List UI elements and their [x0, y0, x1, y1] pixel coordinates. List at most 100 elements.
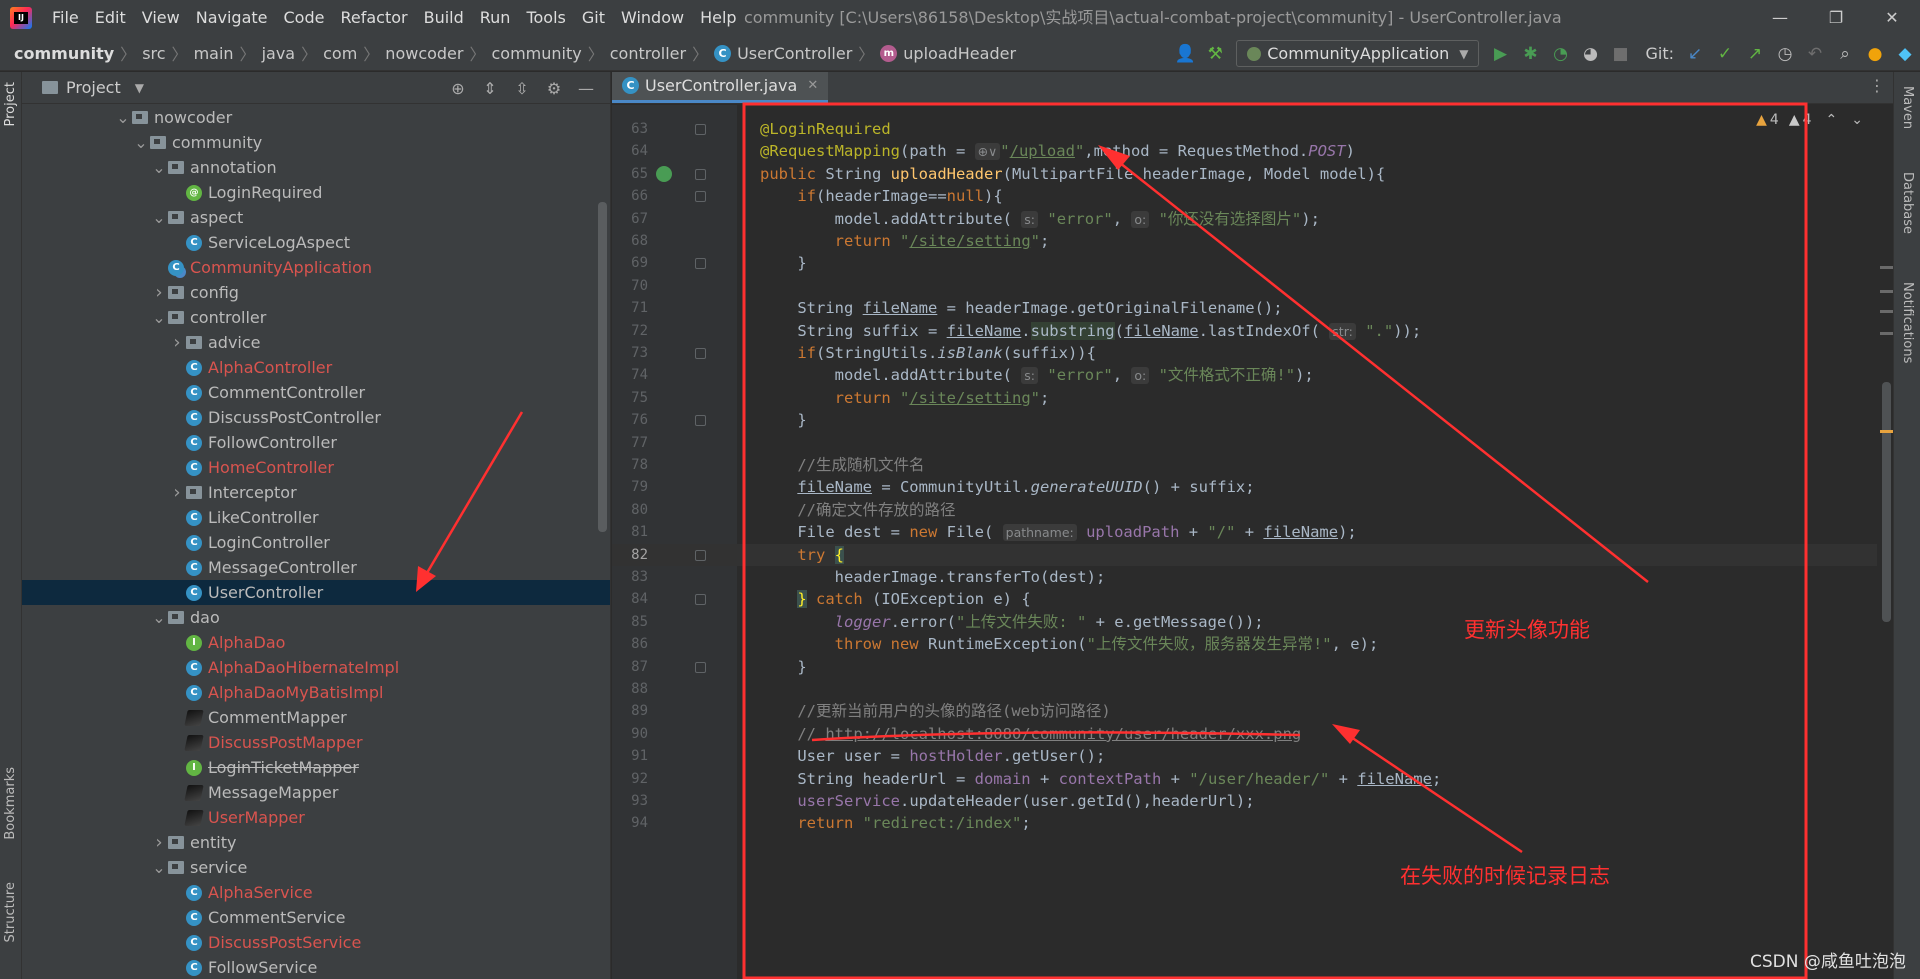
warning-stripe-mark[interactable] — [1880, 430, 1893, 433]
inspection-widget[interactable]: ▲ 4 ▲ 4 ⌃ ⌄ — [1750, 112, 1863, 128]
code-line[interactable]: 85 logger.error("上传文件失败: " + e.getMessag… — [612, 611, 1877, 633]
run-icon[interactable]: ▶ — [1485, 44, 1515, 64]
code-line[interactable]: 72 String suffix = fileName.substring(fi… — [612, 320, 1877, 342]
git-push-icon[interactable]: ↗ — [1740, 44, 1770, 64]
tree-item[interactable]: › entity — [22, 830, 610, 855]
chevron-right-icon[interactable]: › — [150, 280, 168, 305]
tree-item[interactable]: › config — [22, 280, 610, 305]
tree-item[interactable]: @ LoginRequired — [22, 180, 610, 205]
code-line[interactable]: 76 } — [612, 409, 1877, 431]
tree-item[interactable]: ⌄ annotation — [22, 155, 610, 180]
code-line[interactable]: 93 userService.updateHeader(user.getId()… — [612, 790, 1877, 812]
tree-item[interactable]: › Interceptor — [22, 480, 610, 505]
code-line[interactable]: 77 — [612, 432, 1877, 454]
menu-help[interactable]: Help — [692, 0, 744, 36]
tree-item[interactable]: C CommentController — [22, 380, 610, 405]
git-commit-icon[interactable]: ✓ — [1710, 44, 1740, 64]
menu-build[interactable]: Build — [416, 0, 472, 36]
bookmarks-tool-tab[interactable]: Bookmarks — [3, 767, 18, 840]
code-line[interactable]: 91 User user = hostHolder.getUser(); — [612, 745, 1877, 767]
code-line[interactable]: 70 — [612, 275, 1877, 297]
database-tool-tab[interactable]: Database — [1900, 172, 1915, 234]
chevron-down-icon[interactable]: ⌄ — [150, 205, 168, 230]
code-line[interactable]: 86 throw new RuntimeException("上传文件失败，服务… — [612, 633, 1877, 655]
tree-item[interactable]: C AlphaController — [22, 355, 610, 380]
fold-marker-icon[interactable] — [695, 594, 706, 606]
fold-marker-icon[interactable] — [695, 168, 706, 180]
more-vertical-icon[interactable]: ⋮ — [1869, 76, 1885, 95]
code-line[interactable]: 69 } — [612, 252, 1877, 274]
chevron-down-icon[interactable]: ⌄ — [150, 855, 168, 880]
editor-scrollbar[interactable] — [1882, 382, 1891, 622]
expand-all-icon[interactable]: ⇕ — [474, 79, 506, 98]
notifications-tool-tab[interactable]: Notifications — [1900, 282, 1915, 363]
breadcrumb-item[interactable]: src — [142, 44, 165, 63]
chevron-down-icon[interactable]: ▼ — [135, 81, 144, 95]
fold-marker-icon[interactable] — [695, 258, 706, 270]
project-tool-tab[interactable]: Project — [3, 82, 18, 126]
tree-item[interactable]: ⌄ community — [22, 130, 610, 155]
error-stripe-mark[interactable] — [1880, 310, 1893, 313]
menu-file[interactable]: File — [44, 0, 87, 36]
profile-icon[interactable]: ◕ — [1575, 44, 1605, 64]
tree-item[interactable]: C DiscussPostService — [22, 930, 610, 955]
code-line[interactable]: 87 } — [612, 656, 1877, 678]
fold-marker-icon[interactable] — [695, 348, 706, 359]
rollback-icon[interactable]: ↶ — [1800, 44, 1830, 64]
chevron-right-icon[interactable]: › — [168, 330, 186, 355]
code-line[interactable]: 68 return "/site/setting"; — [612, 230, 1877, 252]
tree-item[interactable]: DiscussPostMapper — [22, 730, 610, 755]
stop-icon[interactable]: ■ — [1605, 44, 1635, 64]
tree-item[interactable]: I LoginTicketMapper — [22, 755, 610, 780]
tree-item[interactable]: ⌄ dao — [22, 605, 610, 630]
chevron-right-icon[interactable]: › — [168, 480, 186, 505]
git-update-icon[interactable]: ↙ — [1680, 44, 1710, 64]
code-line[interactable]: 66 if(headerImage==null){ — [612, 185, 1877, 207]
run-configuration-select[interactable]: CommunityApplication ▼ — [1236, 40, 1480, 67]
menu-git[interactable]: Git — [574, 0, 613, 36]
tree-item[interactable]: C AlphaDaoHibernateImpl — [22, 655, 610, 680]
close-tab-icon[interactable]: ✕ — [807, 78, 818, 93]
search-icon[interactable]: ⌕ — [1830, 44, 1860, 64]
tree-item[interactable]: MessageMapper — [22, 780, 610, 805]
update-icon[interactable]: ● — [1860, 44, 1890, 64]
chevron-down-icon[interactable]: ⌄ — [150, 605, 168, 630]
chevron-up-icon[interactable]: ⌃ — [1826, 112, 1838, 128]
tree-item[interactable]: C AlphaService — [22, 880, 610, 905]
tree-item[interactable]: CommentMapper — [22, 705, 610, 730]
code-area[interactable]: 63 @LoginRequired 64 @RequestMapping(path =… — [612, 105, 1877, 979]
breadcrumb-item[interactable]: nowcoder — [385, 44, 463, 63]
menu-view[interactable]: View — [134, 0, 188, 36]
request-mapping-gutter-icon[interactable] — [656, 165, 672, 182]
breadcrumb-class-name[interactable]: UserController — [737, 44, 852, 63]
tree-item[interactable]: C CommentService — [22, 905, 610, 930]
code-line[interactable]: 65 public String uploadHeader(MultipartFi… — [612, 163, 1877, 185]
error-stripe-mark[interactable] — [1880, 266, 1893, 269]
tree-item[interactable]: C LoginController — [22, 530, 610, 555]
tree-item[interactable]: UserMapper — [22, 805, 610, 830]
tree-item[interactable]: C AlphaDaoMyBatisImpl — [22, 680, 610, 705]
breadcrumb-item[interactable]: community — [492, 44, 582, 63]
git-history-icon[interactable]: ◷ — [1770, 44, 1800, 64]
gear-icon[interactable]: ⚙ — [538, 79, 570, 98]
code-line[interactable]: 84 } catch (IOException e) { — [612, 588, 1877, 610]
structure-tool-tab[interactable]: Structure — [3, 882, 18, 942]
code-line[interactable]: 73 if(StringUtils.isBlank(suffix)){ — [612, 342, 1877, 364]
fold-marker-icon[interactable] — [695, 549, 706, 561]
error-stripe-mark[interactable] — [1880, 332, 1893, 335]
breadcrumb-root[interactable]: community — [14, 44, 114, 63]
chevron-down-icon[interactable]: ⌄ — [150, 305, 168, 330]
menu-edit[interactable]: Edit — [87, 0, 134, 36]
tree-item[interactable]: › advice — [22, 330, 610, 355]
tree-item[interactable]: C LikeController — [22, 505, 610, 530]
code-line[interactable]: 81 File dest = new File( pathname: uploa… — [612, 521, 1877, 543]
coverage-icon[interactable]: ◔ — [1545, 44, 1575, 64]
vcs-user-icon[interactable]: 👤 — [1170, 44, 1200, 64]
tree-item[interactable]: C DiscussPostController — [22, 405, 610, 430]
menu-navigate[interactable]: Navigate — [188, 0, 276, 36]
minimize-button[interactable]: — — [1752, 0, 1808, 36]
code-line[interactable]: 92 String headerUrl = domain + contextPa… — [612, 768, 1877, 790]
code-line[interactable]: 75 return "/site/setting"; — [612, 387, 1877, 409]
breadcrumb-item[interactable]: main — [194, 44, 234, 63]
tree-item[interactable]: C UserController — [22, 580, 610, 605]
